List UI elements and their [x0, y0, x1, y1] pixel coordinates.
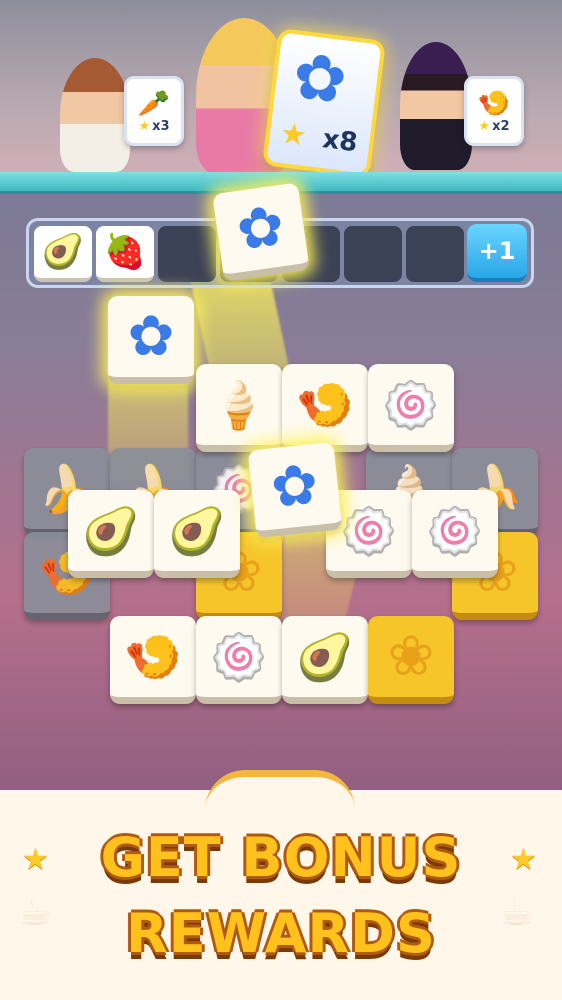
yellow-flower-icon: ❀: [387, 623, 435, 689]
swiss-roll-icon: 🍥: [426, 503, 484, 558]
star-icon: ★: [277, 115, 309, 155]
promo-banner: [0, 790, 562, 1000]
blue-flower-icon: ✿: [288, 39, 351, 120]
board-tile-avocado[interactable]: 🥑: [68, 490, 154, 578]
avocado-icon: 🥑: [41, 232, 85, 272]
tray-slot-empty: [406, 226, 464, 282]
carrot-icon: 🥕: [137, 88, 171, 119]
board-tile-swiss-roll[interactable]: 🍥: [196, 616, 282, 704]
goal-card-shrimp: 🍤 ★ x2: [464, 76, 524, 146]
avocado-icon: 🥑: [82, 503, 140, 558]
blue-flower-icon: ✿: [127, 303, 175, 369]
shrimp-icon: 🍤: [296, 377, 354, 432]
star-icon: ★: [478, 118, 491, 134]
swiss-roll-icon: 🍥: [210, 629, 268, 684]
swiss-roll-icon: 🍥: [382, 377, 440, 432]
headline-line-2: REWARDS: [126, 902, 436, 965]
star-icon: ★: [138, 118, 151, 134]
swiss-roll-icon: 🍥: [340, 503, 398, 558]
avocado-icon: 🥑: [168, 503, 226, 558]
flying-tile-blue-flower: ✿: [108, 296, 194, 384]
extra-slot-button[interactable]: +1: [467, 224, 527, 282]
blue-flower-icon: ✿: [232, 192, 289, 264]
ice-cream-icon: 🍦: [210, 377, 268, 432]
goal-count: x2: [492, 118, 510, 134]
tray-slot-empty: [158, 226, 216, 282]
tray-slot-empty: [344, 226, 402, 282]
goal-count: x8: [320, 124, 360, 159]
flying-tile-blue-flower: ✿: [247, 441, 343, 539]
goal-card-carrot: 🥕 ★ x3: [124, 76, 184, 146]
avocado-icon: 🥑: [296, 629, 354, 684]
goal-count: x3: [152, 118, 170, 134]
raspberry-icon: 🍓: [103, 232, 147, 272]
board-tile-swiss-roll[interactable]: 🍥: [368, 364, 454, 452]
board-tile-shrimp[interactable]: 🍤: [110, 616, 196, 704]
goal-card-blue-flower: ✿ ★ x8: [261, 27, 387, 179]
tray-slot: 🥑: [34, 226, 92, 282]
blue-flower-icon: ✿: [267, 451, 322, 521]
flying-tile-blue-flower: ✿: [212, 182, 310, 282]
board-tile-shrimp[interactable]: 🍤: [282, 364, 368, 452]
board-tile-yellow-flower[interactable]: ❀: [368, 616, 454, 704]
shrimp-icon: 🍤: [477, 88, 511, 119]
tray-slot: 🍓: [96, 226, 154, 282]
banner-tab: [205, 770, 355, 820]
board-tile-ice-cream[interactable]: 🍦: [196, 364, 282, 452]
board-tile-swiss-roll[interactable]: 🍥: [412, 490, 498, 578]
shrimp-icon: 🍤: [124, 629, 182, 684]
board-tile-avocado[interactable]: 🥑: [154, 490, 240, 578]
headline-line-1: GET BONUS: [100, 826, 462, 889]
board-tile-avocado[interactable]: 🥑: [282, 616, 368, 704]
character-boy-avatar: [60, 58, 130, 172]
character-witch-avatar: [400, 42, 472, 170]
